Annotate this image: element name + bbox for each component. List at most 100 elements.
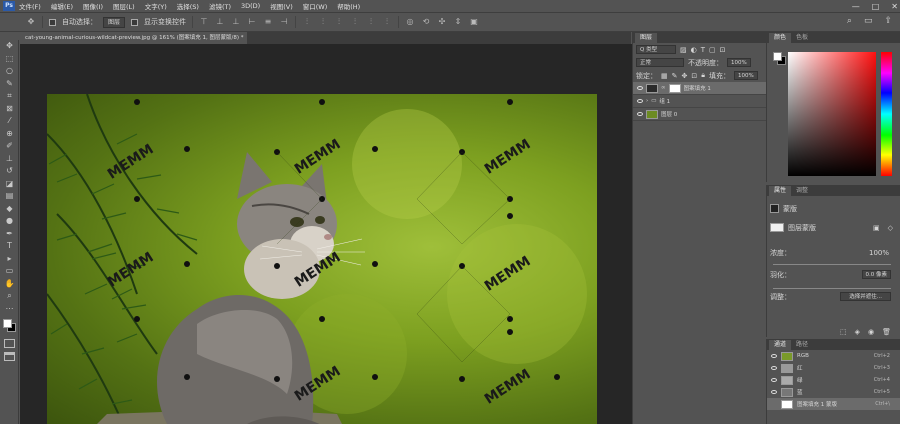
density-slider[interactable] xyxy=(773,264,891,265)
feather-value[interactable]: 0.0 像素 xyxy=(861,270,891,279)
visibility-eye-icon[interactable] xyxy=(771,390,777,394)
menu-select[interactable]: 选择(S) xyxy=(177,1,199,11)
tab-properties[interactable]: 属性 xyxy=(769,186,792,196)
3d-drag-icon[interactable]: ✣ xyxy=(437,17,447,27)
align-middle-icon[interactable]: ⊥ xyxy=(215,17,225,27)
gradient-tool-icon[interactable]: ▤ xyxy=(0,190,19,203)
clone-stamp-icon[interactable]: ⊥ xyxy=(0,153,19,166)
panel-color-swatches[interactable] xyxy=(773,52,787,66)
document-tab[interactable]: cat-young-animal-curious-wildcat-preview… xyxy=(19,32,247,44)
eyedropper-tool-icon[interactable]: ⁄ xyxy=(0,115,19,128)
crop-tool-icon[interactable]: ⌗ xyxy=(0,90,19,103)
filter-smart-icon[interactable]: ⊡ xyxy=(720,46,726,54)
foreground-color[interactable] xyxy=(773,52,782,61)
marquee-tool-icon[interactable]: ⬚ xyxy=(0,53,19,66)
move-tool-icon[interactable]: ✥ xyxy=(0,40,19,53)
channel-row[interactable]: 绿 Ctrl+4 xyxy=(767,374,900,386)
visibility-eye-icon[interactable] xyxy=(771,366,777,370)
zoom-tool-icon[interactable]: ⌕ xyxy=(0,290,19,303)
fill-field[interactable]: 100% xyxy=(733,71,758,80)
canvas-area[interactable]: MEMM MEMM MEMM MEMM MEMM MEMM MEMM MEMM xyxy=(20,44,632,424)
delete-mask-icon[interactable]: 🗑︎ xyxy=(882,328,891,336)
align-center-icon[interactable]: ≡ xyxy=(263,17,273,27)
load-selection-icon[interactable]: ⬚ xyxy=(840,328,847,336)
shape-tool-icon[interactable]: ▭ xyxy=(0,265,19,278)
maximize-button[interactable]: □ xyxy=(872,2,880,11)
visibility-eye-icon[interactable] xyxy=(771,402,777,406)
3d-orbit-icon[interactable]: ◎ xyxy=(405,17,415,27)
distribute-right-icon[interactable]: ⫶ xyxy=(382,17,392,27)
healing-brush-icon[interactable]: ⊕ xyxy=(0,128,19,141)
opacity-field[interactable]: 100% xyxy=(727,58,751,67)
align-right-icon[interactable]: ⊣ xyxy=(279,17,289,27)
tab-layers[interactable]: 图层 xyxy=(635,33,658,43)
menu-window[interactable]: 窗口(W) xyxy=(303,1,328,11)
tab-color[interactable]: 颜色 xyxy=(769,33,792,43)
layer-mask-thumbnail[interactable] xyxy=(668,83,681,93)
lock-position-icon[interactable]: ✥ xyxy=(682,72,688,80)
chain-link-icon[interactable]: ∞ xyxy=(661,85,666,91)
layer-row[interactable]: › ▭ 组 1 xyxy=(633,95,766,108)
menu-3d[interactable]: 3D(D) xyxy=(241,2,260,10)
lock-all-icon[interactable]: 🔒︎ xyxy=(701,71,705,80)
eraser-tool-icon[interactable]: ◪ xyxy=(0,178,19,191)
blur-tool-icon[interactable]: ◆ xyxy=(0,203,19,216)
quick-select-tool-icon[interactable]: ✎ xyxy=(0,78,19,91)
lasso-tool-icon[interactable]: ○ xyxy=(0,65,19,78)
path-select-icon[interactable]: ▸ xyxy=(0,253,19,266)
frame-tool-icon[interactable]: ⊠ xyxy=(0,103,19,116)
distribute-middle-icon[interactable]: ⫶ xyxy=(318,17,328,27)
menu-image[interactable]: 图像(I) xyxy=(83,1,103,11)
filter-pixel-icon[interactable]: ▨ xyxy=(680,46,687,54)
menu-view[interactable]: 视图(V) xyxy=(270,1,293,11)
toggle-mask-icon[interactable]: ◉ xyxy=(868,328,874,336)
history-brush-icon[interactable]: ↺ xyxy=(0,165,19,178)
tab-paths[interactable]: 路径 xyxy=(791,340,813,350)
auto-select-dropdown[interactable]: 图层 xyxy=(103,16,126,28)
3d-slide-icon[interactable]: ⇕ xyxy=(453,17,463,27)
hand-tool-icon[interactable]: ✋ xyxy=(0,278,19,291)
dodge-tool-icon[interactable]: ● xyxy=(0,215,19,228)
pen-tool-icon[interactable]: ✒ xyxy=(0,228,19,241)
menu-filter[interactable]: 滤镜(T) xyxy=(209,1,231,11)
channel-row[interactable]: 图案填充 1 蒙版 Ctrl+\ xyxy=(767,398,900,410)
color-field[interactable] xyxy=(788,52,876,176)
workspace-icon[interactable]: ▭ xyxy=(864,16,873,26)
distribute-center-icon[interactable]: ⫶ xyxy=(366,17,376,27)
align-bottom-icon[interactable]: ⊥ xyxy=(231,17,241,27)
hue-slider[interactable] xyxy=(881,52,892,176)
move-tool-icon[interactable]: ✥ xyxy=(26,17,36,27)
filter-type-icon[interactable]: T xyxy=(701,46,705,54)
menu-file[interactable]: 文件(F) xyxy=(19,1,41,11)
filter-adjust-icon[interactable]: ◐ xyxy=(691,46,697,54)
menu-edit[interactable]: 编辑(E) xyxy=(51,1,73,11)
distribute-bottom-icon[interactable]: ⫶ xyxy=(334,17,344,27)
3d-roll-icon[interactable]: ⟲ xyxy=(421,17,431,27)
foreground-color[interactable] xyxy=(3,319,12,328)
distribute-top-icon[interactable]: ⫶ xyxy=(302,17,312,27)
lock-paint-icon[interactable]: ✎ xyxy=(672,72,678,80)
channel-row[interactable]: RGB Ctrl+2 xyxy=(767,350,900,362)
show-transform-checkbox[interactable] xyxy=(131,18,139,26)
channel-row[interactable]: 蓝 Ctrl+5 xyxy=(767,386,900,398)
share-icon[interactable]: ⇪ xyxy=(884,16,892,26)
align-left-icon[interactable]: ⊢ xyxy=(247,17,257,27)
color-swatches[interactable] xyxy=(3,319,17,333)
auto-select-checkbox[interactable] xyxy=(49,18,56,26)
menu-type[interactable]: 文字(Y) xyxy=(145,1,167,11)
screen-mode-icon[interactable] xyxy=(4,352,15,361)
blend-mode-dropdown[interactable]: 正常 xyxy=(636,58,684,67)
align-top-icon[interactable]: ⊤ xyxy=(199,17,209,27)
channel-row[interactable]: 红 Ctrl+3 xyxy=(767,362,900,374)
tab-swatches[interactable]: 色板 xyxy=(791,33,813,43)
visibility-eye-icon[interactable] xyxy=(771,378,777,382)
visibility-eye-icon[interactable] xyxy=(637,99,643,103)
visibility-eye-icon[interactable] xyxy=(637,86,643,90)
select-and-mask-button[interactable]: 选择并遮住... xyxy=(840,292,891,301)
type-tool-icon[interactable]: T xyxy=(0,240,19,253)
lock-artboard-icon[interactable]: ⊡ xyxy=(691,72,697,80)
layer-row[interactable]: ∞ 图案填充 1 xyxy=(633,82,766,95)
feather-slider[interactable] xyxy=(773,288,891,289)
more-tools-icon[interactable]: ⋯ xyxy=(0,303,19,316)
3d-scale-icon[interactable]: ▣ xyxy=(469,17,479,27)
